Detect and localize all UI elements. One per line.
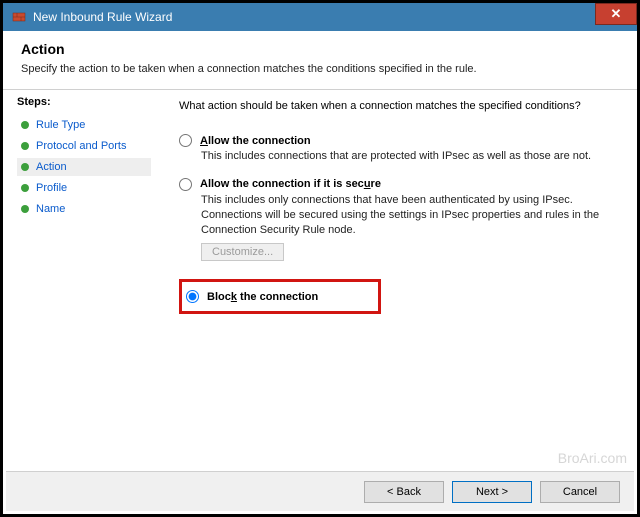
option-allow-secure-label[interactable]: Allow the connection if it is secure	[200, 178, 381, 190]
step-profile[interactable]: Profile	[17, 179, 151, 197]
step-rule-type[interactable]: Rule Type	[17, 116, 151, 134]
step-dot-icon	[21, 184, 29, 192]
radio-allow-secure[interactable]	[179, 178, 192, 191]
highlight-annotation: Block the connection	[179, 279, 381, 314]
window-title: New Inbound Rule Wizard	[33, 10, 172, 24]
step-label: Name	[36, 203, 65, 215]
step-label: Profile	[36, 182, 67, 194]
step-label: Protocol and Ports	[36, 140, 127, 152]
option-allow-desc: This includes connections that are prote…	[201, 149, 611, 164]
step-protocol-ports[interactable]: Protocol and Ports	[17, 137, 151, 155]
titlebar: New Inbound Rule Wizard ✕	[3, 3, 637, 31]
option-allow-secure-desc: This includes only connections that have…	[201, 193, 611, 238]
step-action[interactable]: Action	[17, 158, 151, 176]
page-desc: Specify the action to be taken when a co…	[21, 63, 619, 75]
steps-sidebar: Steps: Rule Type Protocol and Ports Acti…	[3, 90, 161, 488]
step-dot-icon	[21, 205, 29, 213]
option-allow-secure: Allow the connection if it is secure Thi…	[179, 178, 611, 262]
main-content: What action should be taken when a conne…	[161, 90, 637, 488]
back-button[interactable]: < Back	[364, 481, 444, 503]
next-button[interactable]: Next >	[452, 481, 532, 503]
step-label: Action	[36, 161, 67, 173]
cancel-button[interactable]: Cancel	[540, 481, 620, 503]
footer-buttons: < Back Next > Cancel	[6, 471, 634, 511]
step-dot-icon	[21, 121, 29, 129]
watermark: BroAri.com	[558, 450, 627, 466]
close-button[interactable]: ✕	[595, 3, 637, 25]
step-name[interactable]: Name	[17, 200, 151, 218]
option-block-label[interactable]: Block the connection	[207, 291, 318, 303]
page-title: Action	[21, 41, 619, 57]
option-block: Block the connection	[186, 290, 318, 303]
firewall-icon	[11, 9, 27, 25]
option-allow: Allow the connection This includes conne…	[179, 134, 611, 164]
action-question: What action should be taken when a conne…	[179, 100, 611, 112]
radio-block[interactable]	[186, 290, 199, 303]
step-dot-icon	[21, 142, 29, 150]
customize-button: Customize...	[201, 243, 284, 261]
step-label: Rule Type	[36, 119, 85, 131]
step-dot-icon	[21, 163, 29, 171]
close-icon: ✕	[611, 6, 622, 22]
steps-heading: Steps:	[17, 96, 151, 108]
radio-allow[interactable]	[179, 134, 192, 147]
wizard-header: Action Specify the action to be taken wh…	[3, 31, 637, 89]
option-allow-label[interactable]: Allow the connection	[200, 135, 311, 147]
